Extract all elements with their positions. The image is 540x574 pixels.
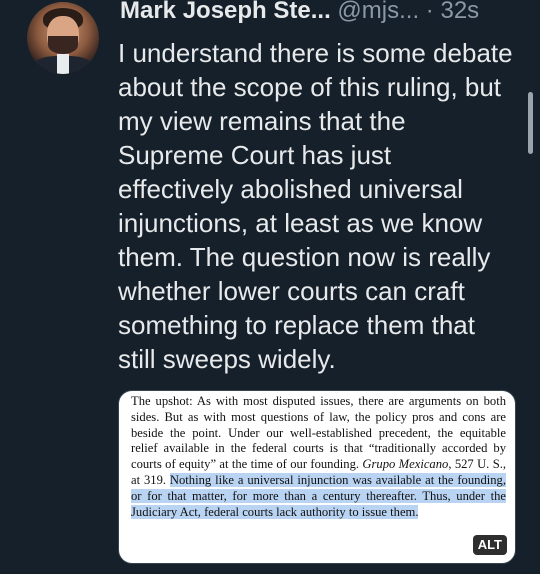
case-name: Grupo Mexicano (362, 457, 449, 472)
tweet-header: Mark Joseph Ste... @mjs... · 32s (120, 0, 479, 26)
avatar-shirt (57, 54, 69, 74)
author-name[interactable]: Mark Joseph Ste... (120, 0, 331, 24)
tweet-text: I understand there is some debate about … (118, 38, 513, 374)
tweet-image[interactable]: The upshot: As with most disputed issues… (118, 390, 516, 564)
highlighted-text: Nothing like a universal injunction was … (131, 472, 506, 519)
author-avatar[interactable] (27, 2, 99, 74)
avatar-beard (48, 36, 78, 54)
tweet-timestamp[interactable]: 32s (440, 0, 479, 24)
author-handle[interactable]: @mjs... (337, 0, 419, 24)
opinion-excerpt: The upshot: As with most disputed issues… (131, 394, 506, 520)
alt-text-button[interactable]: ALT (472, 535, 507, 555)
header-separator: · (425, 0, 434, 24)
scrollbar-thumb[interactable] (528, 92, 533, 154)
